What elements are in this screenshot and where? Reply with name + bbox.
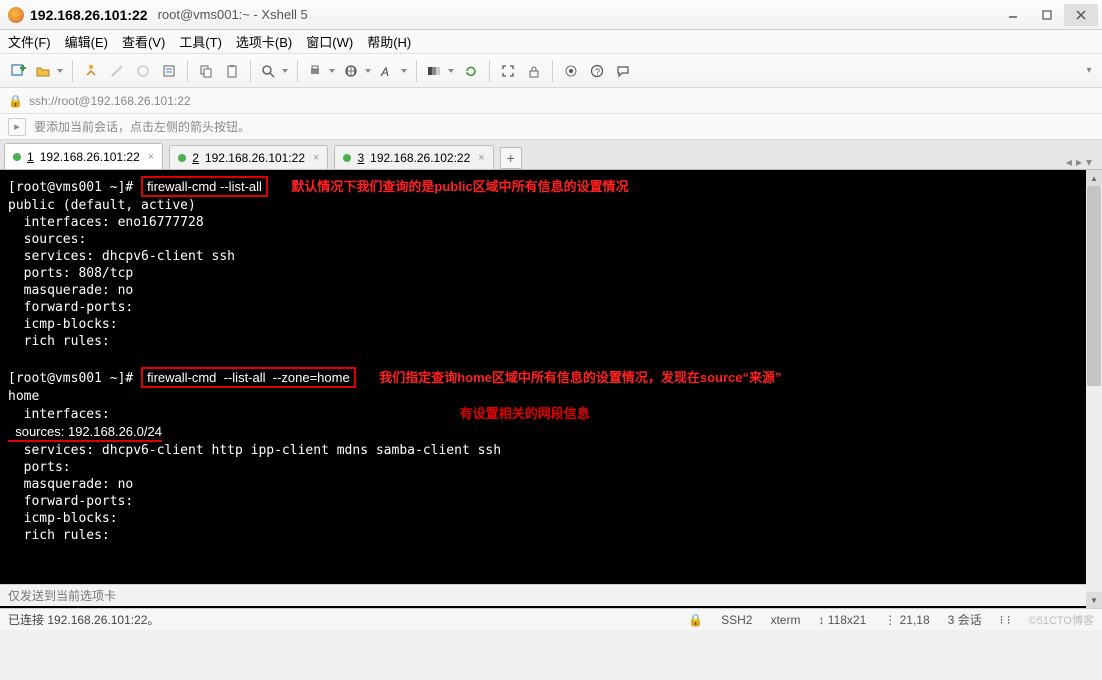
status-dot-icon — [343, 154, 351, 162]
address-bar: 🔒 ssh://root@192.168.26.101:22 — [0, 88, 1102, 114]
menu-window[interactable]: 窗口(W) — [306, 32, 353, 51]
toolbar: A ? ▾ — [0, 54, 1102, 88]
menu-edit[interactable]: 编辑(E) — [65, 32, 108, 51]
titlebar: 192.168.26.101:22 root@vms001:~ - Xshell… — [0, 0, 1102, 30]
scroll-down-button[interactable]: ▼ — [1086, 592, 1102, 608]
menu-help[interactable]: 帮助(H) — [367, 32, 411, 51]
status-size: ↕ 118x21 — [818, 613, 866, 627]
menu-file[interactable]: 文件(F) — [8, 32, 51, 51]
terminal-bottom-bar: 仅发送到当前选项卡 — [0, 584, 1102, 606]
globe-button[interactable] — [340, 59, 374, 83]
svg-text:?: ? — [595, 67, 600, 77]
send-hint: 仅发送到当前选项卡 — [8, 587, 116, 604]
tab-next-button[interactable]: ▸ — [1076, 155, 1082, 169]
tab-number: 2 — [192, 151, 199, 165]
status-term: xterm — [770, 613, 800, 627]
reconnect-button[interactable] — [131, 59, 155, 83]
tunnel-button[interactable] — [559, 59, 583, 83]
help-button[interactable]: ? — [585, 59, 609, 83]
refresh-button[interactable] — [459, 59, 483, 83]
fullscreen-button[interactable] — [496, 59, 520, 83]
add-tab-button[interactable]: + — [500, 147, 522, 169]
scroll-thumb[interactable] — [1087, 186, 1101, 386]
disconnect-button[interactable] — [105, 59, 129, 83]
add-session-arrow-button[interactable]: ▸ — [8, 118, 26, 136]
chat-button[interactable] — [611, 59, 635, 83]
status-lock-icon: 🔒 — [688, 613, 703, 627]
font-button[interactable]: A — [376, 59, 410, 83]
session-tab-2[interactable]: 2 192.168.26.101:22 × — [169, 145, 328, 169]
tab-number: 3 — [357, 151, 364, 165]
toolbar-overflow[interactable]: ▾ — [1082, 59, 1096, 83]
annotation-2b: 有设置相关的网段信息 — [460, 406, 590, 421]
status-divider: ⁝ ⁝ — [1000, 613, 1011, 627]
window-controls — [996, 4, 1098, 26]
window-title-ip: 192.168.26.101:22 — [30, 7, 148, 23]
new-session-button[interactable] — [6, 59, 30, 83]
tab-prev-button[interactable]: ◂ — [1066, 155, 1072, 169]
close-button[interactable] — [1064, 4, 1098, 26]
find-button[interactable] — [257, 59, 291, 83]
scroll-up-button[interactable]: ▲ — [1086, 170, 1102, 186]
tab-close-button[interactable]: × — [313, 152, 319, 164]
statusbar: 已连接 192.168.26.101:22。 🔒 SSH2 xterm ↕ 11… — [0, 608, 1102, 630]
address-url[interactable]: ssh://root@192.168.26.101:22 — [29, 94, 191, 108]
menu-tabs[interactable]: 选项卡(B) — [236, 32, 292, 51]
command-highlight: firewall-cmd --list-all — [141, 176, 268, 197]
tab-number: 1 — [27, 150, 34, 164]
menu-tools[interactable]: 工具(T) — [179, 32, 222, 51]
color-scheme-button[interactable] — [423, 59, 457, 83]
tab-label: 192.168.26.101:22 — [40, 150, 140, 164]
properties-button[interactable] — [157, 59, 181, 83]
paste-button[interactable] — [220, 59, 244, 83]
print-button[interactable] — [304, 59, 338, 83]
tab-label: 192.168.26.101:22 — [205, 151, 305, 165]
menubar: 文件(F) 编辑(E) 查看(V) 工具(T) 选项卡(B) 窗口(W) 帮助(… — [0, 30, 1102, 54]
tab-label: 192.168.26.102:22 — [370, 151, 470, 165]
status-cursor: ⋮ 21,18 — [884, 613, 929, 627]
watermark: ©51CTO博客 — [1029, 612, 1094, 628]
scrollbar[interactable]: ▲ ▼ — [1086, 170, 1102, 608]
command-highlight: firewall-cmd --list-all --zone=home — [141, 367, 356, 388]
hint-text: 要添加当前会话，点击左侧的箭头按钮。 — [34, 118, 250, 135]
status-sessions: 3 会话 — [948, 611, 982, 628]
session-tab-3[interactable]: 3 192.168.26.102:22 × — [334, 145, 493, 169]
tab-menu-button[interactable]: ▾ — [1086, 155, 1092, 169]
tab-close-button[interactable]: × — [478, 152, 484, 164]
terminal-area[interactable]: [root@vms001 ~]# firewall-cmd --list-all… — [0, 170, 1102, 608]
status-dot-icon — [178, 154, 186, 162]
tab-close-button[interactable]: × — [148, 151, 154, 163]
open-button[interactable] — [32, 59, 66, 83]
status-connection: 已连接 192.168.26.101:22。 — [8, 611, 159, 628]
lock-icon: 🔒 — [8, 94, 23, 108]
status-dot-icon — [13, 153, 21, 161]
svg-text:A: A — [380, 65, 389, 78]
maximize-button[interactable] — [1030, 4, 1064, 26]
window-title-sub: root@vms001:~ - Xshell 5 — [158, 7, 308, 22]
annotation-2a: 我们指定查询home区域中所有信息的设置情况，发现在source“来源” — [379, 370, 781, 385]
figure-label: 图1-58 — [0, 569, 36, 583]
session-tab-1[interactable]: 1 192.168.26.101:22 × — [4, 143, 163, 169]
tabstrip: 1 192.168.26.101:22 × 2 192.168.26.101:2… — [0, 140, 1102, 170]
hint-bar: ▸ 要添加当前会话，点击左侧的箭头按钮。 — [0, 114, 1102, 140]
connect-button[interactable] — [79, 59, 103, 83]
sources-underline: sources: 192.168.26.0/24 — [8, 423, 162, 442]
lock-button[interactable] — [522, 59, 546, 83]
app-icon — [8, 7, 24, 23]
minimize-button[interactable] — [996, 4, 1030, 26]
tab-navigation: ◂ ▸ ▾ — [1066, 155, 1098, 169]
status-ssh: SSH2 — [721, 613, 752, 627]
annotation-1: 默认情况下我们查询的是public区域中所有信息的设置情况 — [291, 179, 628, 194]
menu-view[interactable]: 查看(V) — [122, 32, 165, 51]
copy-button[interactable] — [194, 59, 218, 83]
